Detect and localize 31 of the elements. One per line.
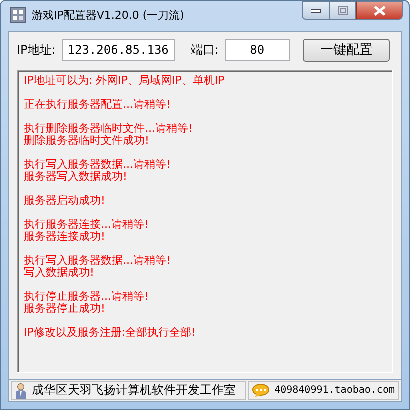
minimize-button[interactable] [302, 1, 329, 20]
log-line: 执行停止服务器...请稍等! [24, 291, 149, 303]
log-line: 写入数据成功! [24, 267, 94, 279]
log-line: 执行删除服务器临时文件...请稍等! [24, 123, 193, 135]
log-line: 删除服务器临时文件成功! [24, 135, 150, 147]
status-text: 409840991.taobao.com [274, 385, 395, 396]
close-button[interactable] [356, 1, 403, 20]
port-field[interactable]: 80 [224, 39, 290, 61]
minimize-icon [311, 8, 321, 12]
log-line: 执行写入服务器数据...请稍等! [24, 159, 171, 171]
log-line: 执行写入服务器数据...请稍等! [24, 255, 171, 267]
log-line: 正在执行服务器配置...请稍等! [24, 99, 171, 111]
ip-label: IP地址: [17, 42, 56, 58]
log-line: 执行服务器连接...请稍等! [24, 219, 149, 231]
log-line: 服务器停止成功! [24, 303, 106, 315]
status-text: 成华区天羽飞扬计算机软件开发工作室 [32, 382, 236, 399]
log-line: IP地址可以为: 外网IP、局域网IP、单机IP [24, 75, 225, 87]
window-title: 游戏IP配置器V1.20.0 (一刀流) [32, 8, 184, 23]
app-icon [10, 7, 26, 23]
port-label: 端口: [190, 42, 219, 58]
close-icon [374, 6, 386, 16]
chat-bubble-icon [252, 384, 270, 398]
log-line: IP修改以及服务注册:全部执行全部! [24, 327, 196, 339]
configure-button[interactable]: 一键配置 [302, 38, 390, 62]
maximize-button[interactable] [329, 1, 356, 20]
log-line: 服务器启动成功! [24, 195, 106, 207]
log-line: 服务器写入数据成功! [24, 171, 128, 183]
person-icon [15, 382, 27, 398]
ip-field[interactable]: 123.206.85.136 [62, 39, 175, 61]
maximize-icon [338, 6, 348, 15]
log-line: 服务器连接成功! [24, 231, 106, 243]
